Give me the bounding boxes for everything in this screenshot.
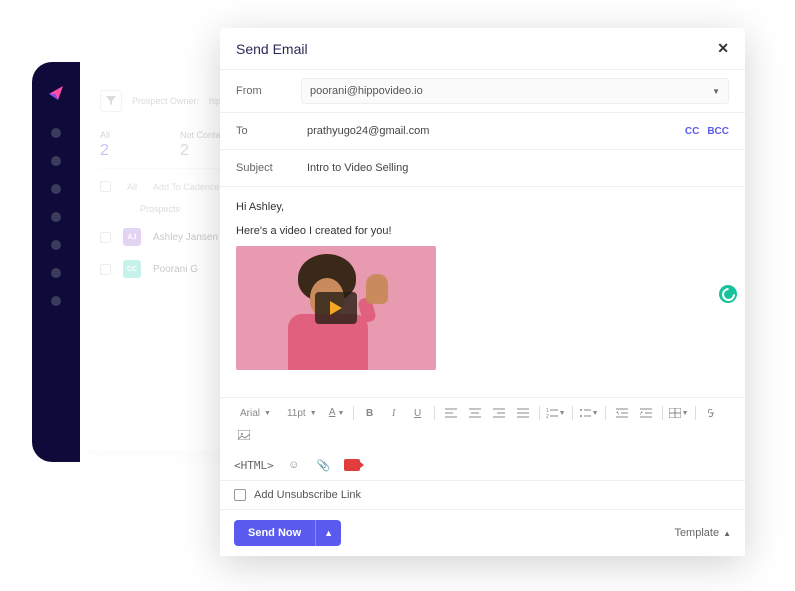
from-select[interactable]: poorani@hippovideo.io ▼ (301, 78, 729, 104)
cc-button[interactable]: CC (685, 126, 699, 137)
outdent-icon[interactable] (612, 404, 632, 422)
link-icon[interactable] (702, 404, 722, 422)
body-line: Hi Ashley, (236, 199, 729, 217)
nav-item-6[interactable] (51, 268, 61, 278)
prospect-name: Poorani G (153, 264, 198, 275)
indent-icon[interactable] (636, 404, 656, 422)
editor-toolbar-secondary: <HTML> (220, 450, 745, 480)
to-row: To prathyugo24@gmail.com CC BCC (220, 113, 745, 150)
from-value: poorani@hippovideo.io (310, 85, 423, 97)
add-to-cadence-button[interactable]: Add To Cadence (153, 182, 219, 192)
unsubscribe-label: Add Unsubscribe Link (254, 489, 361, 501)
avatar: CC (123, 260, 141, 278)
subject-label: Subject (236, 162, 301, 174)
play-icon[interactable] (315, 292, 357, 324)
align-left-icon[interactable] (441, 404, 461, 422)
attachment-icon[interactable] (314, 456, 334, 474)
size-select[interactable]: 11pt▼ (281, 406, 323, 421)
prospect-name: Ashley Jansen (153, 232, 218, 243)
modal-footer: Send Now ▲ Template ▲ (220, 509, 745, 556)
nav-item-1[interactable] (51, 128, 61, 138)
email-body[interactable]: Hi Ashley, Here's a video I created for … (220, 187, 745, 397)
filter-icon[interactable] (100, 90, 122, 112)
modal-title: Send Email (236, 41, 308, 57)
select-all-label: All (127, 182, 137, 192)
subject-row: Subject Intro to Video Selling (220, 150, 745, 187)
avatar: AJ (123, 228, 141, 246)
to-input[interactable]: prathyugo24@gmail.com (301, 121, 685, 141)
bcc-button[interactable]: BCC (707, 126, 729, 137)
from-label: From (236, 85, 301, 97)
chevron-down-icon: ▼ (712, 87, 720, 96)
nav-item-2[interactable] (51, 156, 61, 166)
unsubscribe-row: Add Unsubscribe Link (220, 480, 745, 509)
nav-item-5[interactable] (51, 240, 61, 250)
body-line: Here's a video I created for you! (236, 223, 729, 241)
unordered-list-icon[interactable]: ▼ (579, 404, 599, 422)
send-now-button[interactable]: Send Now (234, 520, 315, 546)
send-options-button[interactable]: ▲ (315, 520, 341, 546)
app-logo-icon (46, 82, 66, 102)
send-email-modal: Send Email ✕ From poorani@hippovideo.io … (220, 28, 745, 556)
chevron-up-icon: ▲ (723, 529, 731, 538)
ordered-list-icon[interactable]: 12▼ (546, 404, 566, 422)
nav-item-3[interactable] (51, 184, 61, 194)
template-button[interactable]: Template ▲ (674, 527, 731, 539)
align-right-icon[interactable] (489, 404, 509, 422)
editor-toolbar: Arial▼ 11pt▼ A▼ B I U 12▼ ▼ ▼ (220, 397, 745, 450)
align-center-icon[interactable] (465, 404, 485, 422)
nav-item-7[interactable] (51, 296, 61, 306)
italic-button[interactable]: I (384, 404, 404, 422)
subject-input[interactable]: Intro to Video Selling (301, 158, 729, 178)
from-row: From poorani@hippovideo.io ▼ (220, 70, 745, 113)
row-checkbox[interactable] (100, 264, 111, 275)
unsubscribe-checkbox[interactable] (234, 489, 246, 501)
underline-button[interactable]: U (408, 404, 428, 422)
html-button[interactable]: <HTML> (234, 459, 274, 472)
row-checkbox[interactable] (100, 232, 111, 243)
svg-text:2: 2 (546, 414, 549, 418)
emoji-icon[interactable] (284, 456, 304, 474)
to-label: To (236, 125, 301, 137)
video-thumbnail[interactable] (236, 246, 436, 370)
grammarly-icon[interactable] (719, 285, 737, 303)
align-justify-icon[interactable] (513, 404, 533, 422)
record-video-icon[interactable] (344, 459, 360, 471)
image-icon[interactable] (234, 426, 254, 444)
nav-item-4[interactable] (51, 212, 61, 222)
font-select[interactable]: Arial▼ (234, 406, 277, 421)
bold-button[interactable]: B (360, 404, 380, 422)
select-all-checkbox[interactable] (100, 181, 111, 192)
table-icon[interactable]: ▼ (669, 404, 689, 422)
owner-label: Prospect Owner: (132, 96, 199, 106)
nav-rail (32, 62, 80, 462)
tab-all[interactable]: All 2 (100, 130, 110, 160)
close-icon[interactable]: ✕ (717, 40, 729, 57)
text-color-button[interactable]: A▼ (327, 404, 347, 422)
